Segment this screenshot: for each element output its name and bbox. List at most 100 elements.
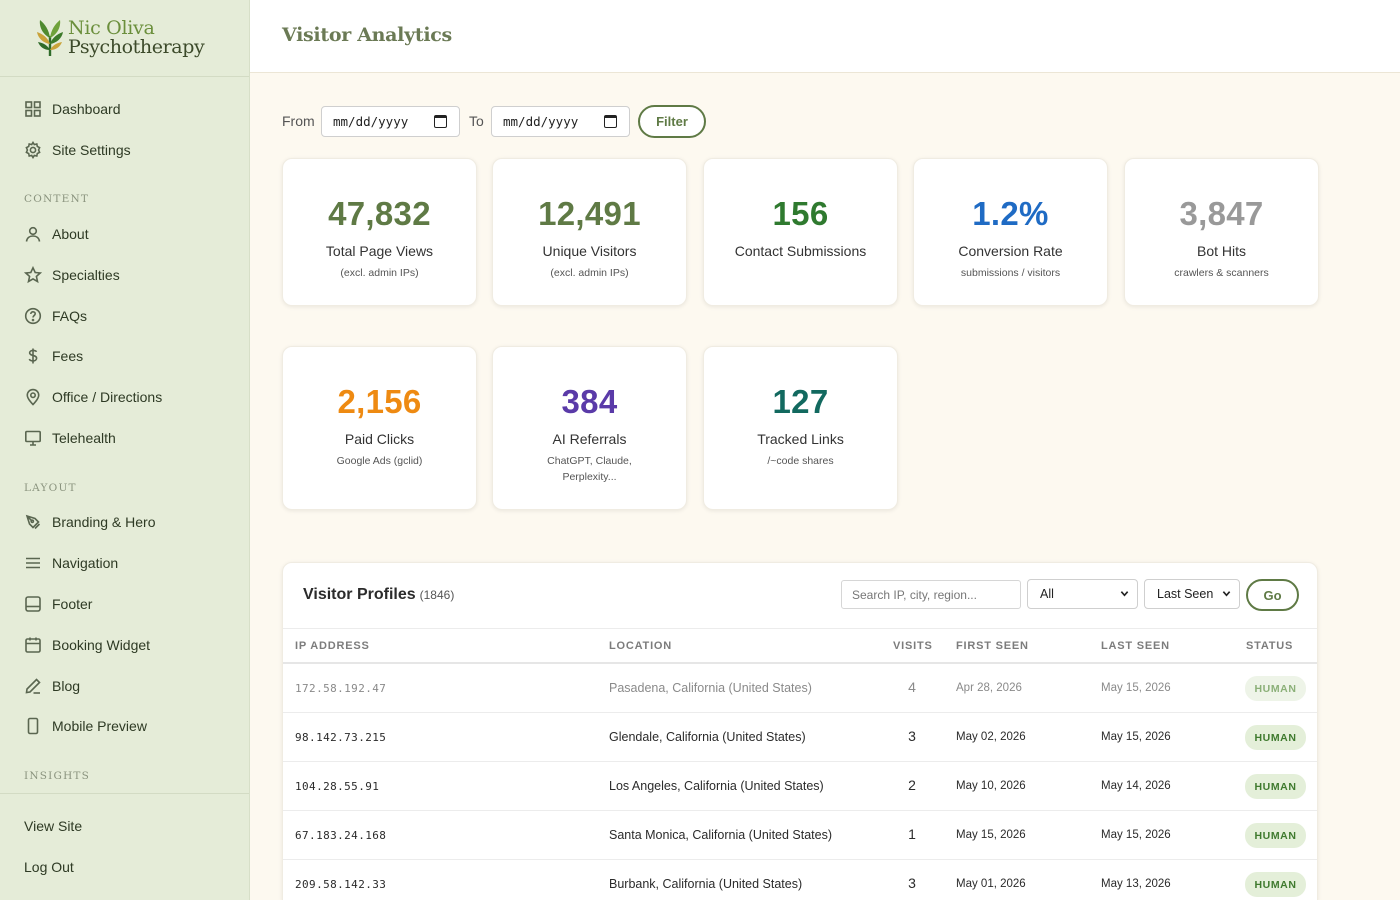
menu-icon (24, 554, 42, 572)
search-placeholder: Search IP, city, region... (852, 587, 977, 602)
table-row[interactable]: 98.142.73.215 Glendale, California (Unit… (283, 713, 1317, 762)
status-filter-select[interactable]: All (1027, 579, 1138, 609)
stat-value: 2,156 (337, 383, 422, 420)
sidebar-item-site-settings[interactable]: Site Settings (24, 139, 131, 161)
stat-label: Conversion Rate (958, 243, 1063, 259)
stat-card-conversion-rate: 1.2% Conversion Rate submissions / visit… (913, 158, 1108, 306)
stat-sub: /~code shares (767, 455, 834, 467)
filter-button[interactable]: Filter (638, 105, 706, 138)
stat-sub: Google Ads (gclid) (336, 455, 423, 467)
sidebar-item-label: Branding & Hero (52, 514, 156, 530)
sidebar-item-label: Office / Directions (52, 389, 163, 405)
sidebar-item-label: Site Settings (52, 142, 131, 158)
panel-title: Visitor Profiles (1846) (303, 586, 454, 604)
monitor-icon (24, 429, 42, 447)
cell-ip: 67.183.24.168 (295, 829, 387, 842)
sidebar-item-about[interactable]: About (24, 223, 89, 245)
column-header-visits[interactable]: VISITS (893, 640, 933, 652)
stat-card-contact-submissions: 156 Contact Submissions (703, 158, 898, 306)
date-placeholder: mm/dd/yyyy (333, 114, 409, 129)
to-date-input[interactable]: mm/dd/yyyy (491, 106, 630, 137)
stat-value: 156 (772, 195, 829, 232)
stat-sub: (excl. admin IPs) (550, 267, 629, 279)
section-label-layout: LAYOUT (24, 482, 77, 494)
from-date-input[interactable]: mm/dd/yyyy (321, 106, 460, 137)
calendar-icon (24, 636, 42, 654)
leaf-logo-icon (37, 20, 63, 56)
cell-ip: 98.142.73.215 (295, 731, 387, 744)
cell-last-seen: May 15, 2026 (1101, 731, 1171, 743)
cell-location: Glendale, California (United States) (609, 730, 806, 744)
table-row[interactable]: 67.183.24.168 Santa Monica, California (… (283, 811, 1317, 860)
sidebar-item-footer[interactable]: Footer (24, 593, 92, 615)
phone-icon (24, 717, 42, 735)
sidebar-item-office-directions[interactable]: Office / Directions (24, 386, 162, 408)
calendar-icon[interactable] (434, 115, 447, 128)
stat-value: 12,491 (538, 195, 641, 232)
cell-first-seen: May 15, 2026 (956, 829, 1026, 841)
column-header-ip[interactable]: IP ADDRESS (295, 640, 370, 652)
sidebar-divider (0, 793, 249, 794)
sidebar-item-mobile-preview[interactable]: Mobile Preview (24, 715, 147, 737)
stat-card-tracked-links: 127 Tracked Links /~code shares (703, 346, 898, 510)
log-out-link[interactable]: Log Out (24, 856, 74, 878)
table-row[interactable]: 209.58.142.33 Burbank, California (Unite… (283, 860, 1317, 900)
sidebar-item-blog[interactable]: Blog (24, 675, 80, 697)
sidebar-item-label: FAQs (52, 308, 88, 324)
stat-value: 384 (561, 383, 618, 420)
grid-icon (24, 100, 42, 118)
sort-select[interactable]: Last Seen (1144, 579, 1240, 609)
stat-value: 3,847 (1179, 195, 1264, 232)
user-icon (24, 225, 42, 243)
brand-logo[interactable]: Nic Oliva Psychotherapy (0, 0, 249, 77)
cell-visits: 2 (908, 777, 916, 793)
sidebar-item-branding-hero[interactable]: Branding & Hero (24, 511, 156, 533)
column-header-last-seen[interactable]: LAST SEEN (1101, 640, 1170, 652)
stat-value: 47,832 (328, 195, 431, 232)
from-label: From (282, 113, 315, 129)
gear-icon (24, 141, 42, 159)
sidebar-item-booking-widget[interactable]: Booking Widget (24, 634, 150, 656)
stat-label: Unique Visitors (542, 243, 637, 259)
sidebar-item-label: Dashboard (52, 101, 121, 117)
column-header-status[interactable]: STATUS (1246, 640, 1293, 652)
stat-value: 1.2% (972, 195, 1049, 232)
status-badge: HUMAN (1245, 676, 1306, 701)
question-icon (24, 307, 42, 325)
sidebar-item-label: Log Out (24, 859, 74, 875)
cell-visits: 3 (908, 875, 916, 891)
page-title: Visitor Analytics (282, 24, 452, 46)
sidebar-item-specialties[interactable]: Specialties (24, 264, 120, 286)
cell-visits: 4 (908, 679, 916, 695)
calendar-icon[interactable] (604, 115, 617, 128)
sidebar-item-dashboard[interactable]: Dashboard (24, 98, 121, 120)
sidebar-item-label: Telehealth (52, 430, 116, 446)
column-header-location[interactable]: LOCATION (609, 640, 672, 652)
dollar-icon (24, 347, 42, 365)
cell-ip: 172.58.192.47 (295, 682, 387, 695)
sidebar-item-label: Fees (52, 348, 84, 364)
stat-sub: (excl. admin IPs) (340, 267, 419, 279)
sidebar-item-faqs[interactable]: FAQs (24, 305, 87, 327)
go-button[interactable]: Go (1246, 579, 1299, 611)
column-header-first-seen[interactable]: FIRST SEEN (956, 640, 1029, 652)
star-icon (24, 266, 42, 284)
table-row[interactable]: 172.58.192.47 Pasadena, California (Unit… (283, 664, 1317, 713)
stat-card-bot-hits: 3,847 Bot Hits crawlers & scanners (1124, 158, 1319, 306)
sidebar-item-label: Navigation (52, 555, 119, 571)
cell-last-seen: May 15, 2026 (1101, 829, 1171, 841)
sidebar-item-fees[interactable]: Fees (24, 345, 83, 367)
stat-label: Bot Hits (1196, 243, 1246, 259)
table-header: IP ADDRESS LOCATION VISITS FIRST SEEN LA… (283, 628, 1317, 664)
search-input[interactable]: Search IP, city, region... (841, 580, 1021, 609)
footer-icon (24, 595, 42, 613)
panel-title-text: Visitor Profiles (303, 586, 416, 603)
view-site-link[interactable]: View Site (24, 815, 82, 837)
sidebar-item-label: View Site (24, 818, 83, 834)
edit-icon (24, 677, 42, 695)
table-row[interactable]: 104.28.55.91 Los Angeles, California (Un… (283, 762, 1317, 811)
section-label-content: CONTENT (24, 193, 90, 205)
sidebar-item-navigation[interactable]: Navigation (24, 552, 118, 574)
status-badge: HUMAN (1245, 823, 1306, 848)
sidebar-item-telehealth[interactable]: Telehealth (24, 427, 116, 449)
